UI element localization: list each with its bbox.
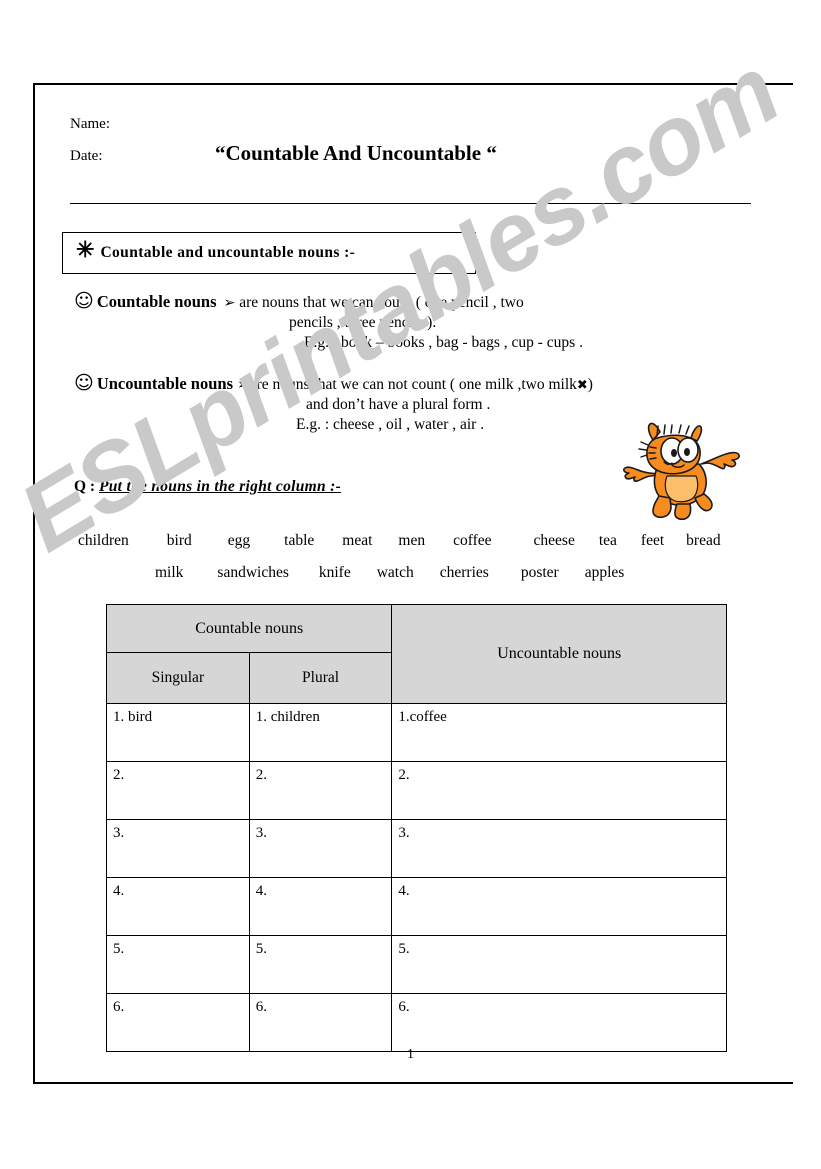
table-cell-uncountable[interactable]: 1.coffee [391, 703, 727, 762]
garfield-cat-illustration [623, 422, 740, 521]
word-bank-word: coffee [453, 532, 492, 549]
smiley-face-icon: ☺ [74, 372, 94, 394]
section-heading-label: Countable and uncountable nouns :- [100, 244, 356, 261]
definition-countable-line-1: ☺ Countable nouns ➢ are nouns that we ca… [74, 292, 774, 312]
word-bank-word: milk [155, 564, 184, 581]
table-subheader-plural: Plural [248, 652, 393, 704]
noun-sorting-table: Countable nouns Uncountable nouns Singul… [105, 604, 727, 1052]
definition-countable-text-2: pencils , three pencils ). [289, 314, 437, 331]
table-cell-plural[interactable]: 2. [248, 761, 393, 820]
word-bank-word: apples [584, 564, 625, 581]
table-cell-uncountable[interactable]: 4. [391, 877, 727, 936]
word-bank-word: watch [376, 564, 414, 581]
table-cell-uncountable[interactable]: 3. [391, 819, 727, 878]
question-label: Q : [74, 478, 99, 495]
word-bank-word: children [78, 532, 129, 549]
page-number: 1 [407, 1047, 414, 1062]
definition-countable-term: Countable nouns [96, 292, 217, 311]
header-divider [70, 203, 751, 204]
table-cell-plural[interactable]: 6. [248, 993, 393, 1052]
word-bank-word: feet [640, 532, 665, 549]
table-row: 2. 2. 2. [106, 761, 727, 820]
definition-uncountable-line-1: ☺ Uncountable nouns ➢ are nouns that we … [74, 374, 774, 394]
arrow-bullet-icon: ➢ [237, 377, 249, 393]
word-bank: children bird egg table meat men coffee cheese t… [0, 525, 821, 589]
table-row: 4. 4. 4. [106, 877, 727, 936]
word-bank-row-2: milk sandwiches knife watch cherries poster ap… [0, 557, 821, 589]
table-header-uncountable: Uncountable nouns [391, 604, 727, 704]
table-cell-plural[interactable]: 1. children [248, 703, 393, 762]
table-subheader-singular: Singular [106, 652, 250, 704]
table-cell-singular[interactable]: 6. [106, 993, 250, 1052]
cross-mark-icon: ✖ [576, 378, 588, 393]
table-cell-plural[interactable]: 3. [248, 819, 393, 878]
table-row: 6. 6. 6. [106, 993, 727, 1052]
word-bank-word: egg [227, 532, 251, 549]
definition-countable-text-1: are nouns that we can count ( one pencil… [239, 294, 524, 311]
table-row: 3. 3. 3. [106, 819, 727, 878]
worksheet-header: Name: Date: “Countable And Uncountable “ [70, 112, 760, 168]
word-bank-word: cherries [439, 564, 489, 581]
definition-uncountable-term: Uncountable nouns [96, 374, 233, 393]
word-bank-word: cheese [533, 532, 575, 549]
table-cell-singular[interactable]: 4. [106, 877, 250, 936]
word-bank-word: sandwiches [217, 564, 289, 581]
table-cell-singular[interactable]: 3. [106, 819, 250, 878]
arrow-bullet-icon: ➢ [223, 295, 236, 311]
page-title: “Countable And Uncountable “ [215, 141, 497, 165]
word-bank-word: poster [520, 564, 559, 581]
section-heading-box: ✳ Countable and uncountable nouns :- [62, 232, 476, 274]
definition-countable: ☺ Countable nouns ➢ are nouns that we ca… [74, 292, 774, 352]
table-header-row-1: Countable nouns Uncountable nouns [105, 604, 727, 704]
date-row: Date: “Countable And Uncountable “ [70, 141, 760, 168]
word-bank-word: tea [598, 532, 617, 549]
word-bank-word: knife [318, 564, 351, 581]
date-label: Date: [70, 148, 103, 164]
word-bank-word: men [398, 532, 426, 549]
name-label: Name: [70, 116, 110, 132]
definition-countable-example: E.g. : book – books , bag - bags , cup -… [304, 334, 583, 351]
word-bank-word: meat [342, 532, 373, 549]
table-row: 1. bird 1. children 1.coffee [106, 703, 727, 762]
word-bank-word: bird [166, 532, 192, 549]
definition-uncountable-text-1: are nouns that we can not count ( one mi… [249, 376, 577, 393]
word-bank-word: bread [686, 532, 721, 549]
table-cell-uncountable[interactable]: 2. [391, 761, 727, 820]
word-bank-word: table [284, 532, 315, 549]
question-text: Put the nouns in the right column :- [98, 478, 342, 495]
word-bank-row-1: children bird egg table meat men coffee cheese t… [0, 525, 821, 557]
smiley-face-icon: ☺ [74, 290, 94, 312]
question-prompt: Q : Put the nouns in the right column :- [74, 478, 341, 496]
table-header-countable: Countable nouns [105, 604, 393, 653]
name-row: Name: [70, 112, 760, 136]
table-cell-plural[interactable]: 5. [248, 935, 393, 994]
table-cell-uncountable[interactable]: 5. [391, 935, 727, 994]
table-cell-singular[interactable]: 5. [106, 935, 250, 994]
asterisk-icon: ✳ [76, 237, 95, 262]
table-cell-singular[interactable]: 2. [106, 761, 250, 820]
table-cell-uncountable[interactable]: 6. [391, 993, 727, 1052]
definition-uncountable-text-2: and don’t have a plural form . [306, 396, 491, 413]
definition-uncountable-text-1-close: ) [587, 376, 593, 393]
table-body: 1. bird 1. children 1.coffee 2. 2. 2. 3. 3. 3. 4.… [106, 703, 727, 1052]
table-cell-singular[interactable]: 1. bird [106, 703, 250, 762]
table-cell-plural[interactable]: 4. [248, 877, 393, 936]
table-row: 5. 5. 5. [106, 935, 727, 994]
